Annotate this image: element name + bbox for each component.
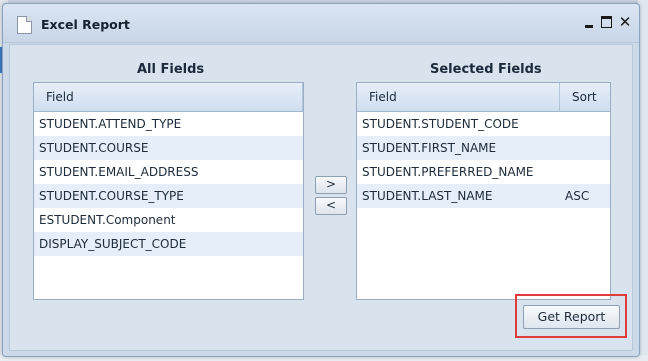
- field-name: STUDENT.EMAIL_ADDRESS: [39, 165, 199, 179]
- close-button[interactable]: ✕: [617, 14, 633, 30]
- list-item[interactable]: STUDENT.LAST_NAME ASC: [357, 184, 610, 208]
- list-item[interactable]: STUDENT.FIRST_NAME: [357, 136, 610, 160]
- minimize-button[interactable]: [581, 14, 597, 30]
- maximize-button[interactable]: [599, 14, 615, 30]
- field-name: STUDENT.FIRST_NAME: [362, 141, 497, 155]
- field-name: STUDENT.PREFERRED_NAME: [362, 165, 534, 179]
- field-name: DISPLAY_SUBJECT_CODE: [39, 237, 187, 251]
- minimize-icon: [585, 25, 593, 28]
- all-fields-grid[interactable]: Field STUDENT.ATTEND_TYPE STUDENT.COURSE…: [33, 82, 304, 300]
- excel-report-dialog: Excel Report ✕ All Fields Selected Field…: [2, 3, 640, 357]
- column-header-sort[interactable]: Sort: [560, 83, 610, 111]
- field-name: ESTUDENT.Component: [39, 213, 176, 227]
- selected-fields-grid[interactable]: Field Sort STUDENT.STUDENT_CODE STUDENT.…: [356, 82, 611, 300]
- move-right-button[interactable]: >: [315, 176, 347, 194]
- column-header-field[interactable]: Field: [357, 83, 560, 111]
- dialog-titlebar[interactable]: Excel Report ✕: [3, 4, 639, 43]
- document-icon: [17, 16, 32, 34]
- all-fields-heading: All Fields: [137, 62, 205, 77]
- close-icon: ✕: [618, 13, 632, 31]
- sort-value: ASC: [565, 189, 590, 203]
- maximize-icon: [601, 16, 612, 28]
- selected-fields-grid-header: Field Sort: [357, 83, 610, 112]
- list-item[interactable]: STUDENT.PREFERRED_NAME: [357, 160, 610, 184]
- dialog-title: Excel Report: [41, 17, 130, 32]
- field-name: STUDENT.COURSE: [39, 141, 149, 155]
- field-name: STUDENT.COURSE_TYPE: [39, 189, 184, 203]
- list-item[interactable]: STUDENT.STUDENT_CODE: [357, 112, 610, 136]
- move-left-button[interactable]: <: [315, 197, 347, 215]
- list-item[interactable]: STUDENT.COURSE: [34, 136, 303, 160]
- list-item[interactable]: STUDENT.EMAIL_ADDRESS: [34, 160, 303, 184]
- get-report-button[interactable]: Get Report: [523, 305, 620, 329]
- field-name: STUDENT.STUDENT_CODE: [362, 117, 519, 131]
- selected-fields-heading: Selected Fields: [430, 62, 542, 77]
- column-header-field[interactable]: Field: [34, 83, 303, 111]
- list-item[interactable]: DISPLAY_SUBJECT_CODE: [34, 232, 303, 256]
- list-item[interactable]: STUDENT.ATTEND_TYPE: [34, 112, 303, 136]
- field-name: STUDENT.LAST_NAME: [362, 189, 493, 203]
- field-name: STUDENT.ATTEND_TYPE: [39, 117, 182, 131]
- list-item[interactable]: ESTUDENT.Component: [34, 208, 303, 232]
- all-fields-grid-header: Field: [34, 83, 303, 112]
- dialog-content: All Fields Selected Fields Field STUDENT…: [9, 44, 633, 351]
- list-item[interactable]: STUDENT.COURSE_TYPE: [34, 184, 303, 208]
